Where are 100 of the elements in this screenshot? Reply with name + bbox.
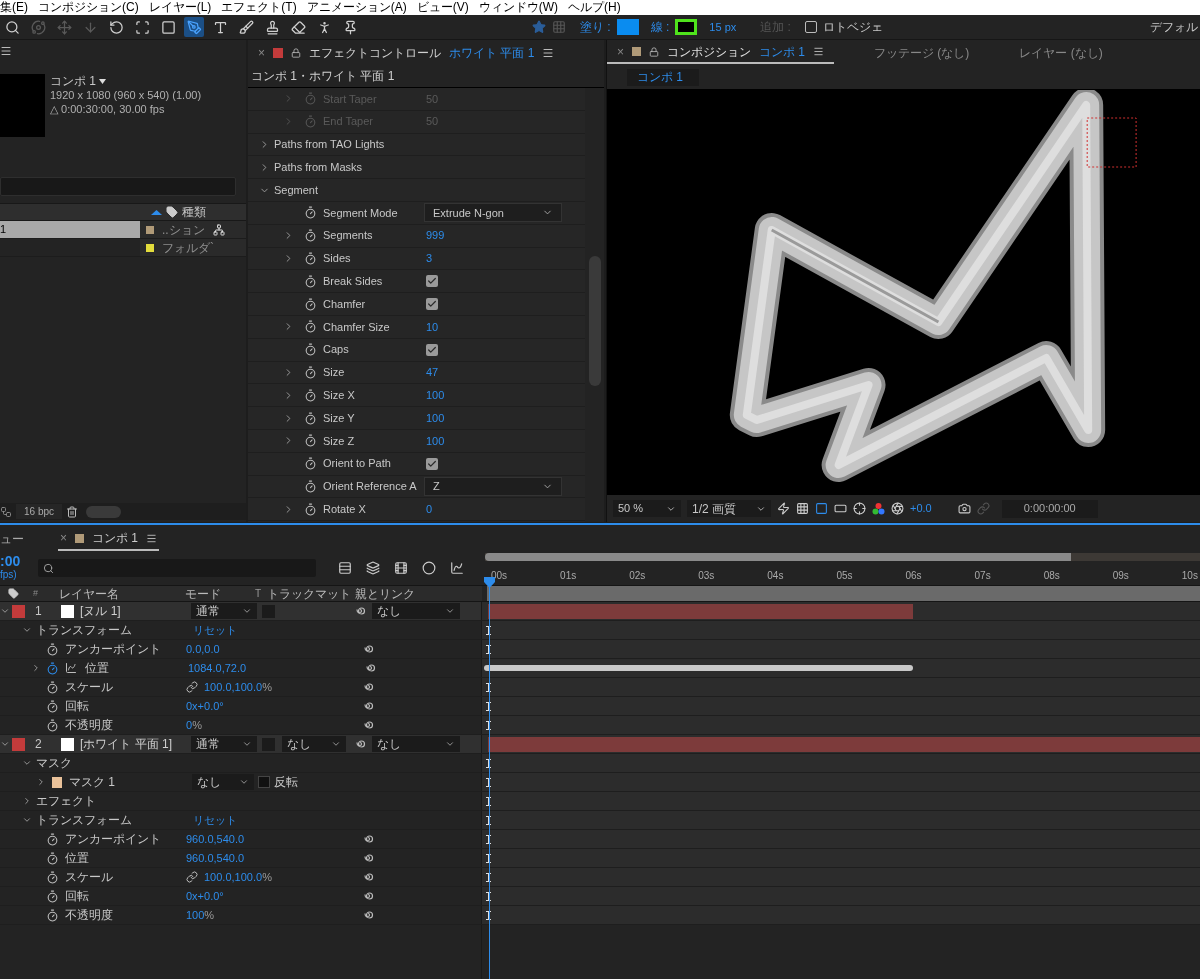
stopwatch-icon[interactable] — [46, 718, 59, 732]
stopwatch-icon[interactable] — [46, 832, 59, 846]
current-time[interactable]: :00 — [0, 555, 36, 568]
chevron-icon[interactable] — [283, 503, 294, 515]
property-value[interactable]: 1084.0,72.0 — [188, 659, 247, 677]
menu-item[interactable]: ビュー(V) — [416, 0, 469, 15]
chevron-icon[interactable] — [0, 739, 10, 749]
property-value[interactable]: 100% — [186, 906, 215, 924]
dropdown[interactable]: なし — [282, 736, 346, 752]
chevron-icon[interactable] — [31, 663, 41, 673]
trash-icon[interactable] — [66, 505, 79, 518]
stopwatch-icon[interactable] — [46, 661, 59, 675]
panel-title[interactable]: エフェクトコントロール — [309, 43, 441, 62]
transparency-grid-icon[interactable] — [796, 502, 809, 515]
bit-depth-button[interactable]: 16 bpc — [16, 504, 63, 519]
reset-link[interactable]: リセット — [193, 621, 237, 639]
checkbox[interactable] — [426, 298, 438, 311]
spiral-icon[interactable] — [354, 738, 366, 750]
stopwatch-icon[interactable] — [304, 388, 317, 402]
dropdown[interactable]: Z — [424, 476, 562, 496]
resolution-dropdown[interactable]: 1/2 画質 — [687, 500, 771, 517]
link-icon[interactable] — [186, 871, 198, 883]
close-icon[interactable]: × — [60, 529, 67, 547]
exposure-value[interactable]: +0.0 — [910, 500, 932, 517]
circle-icon[interactable] — [422, 561, 436, 575]
star-icon[interactable] — [532, 20, 546, 34]
dropdown[interactable]: Extrude N-gon — [424, 203, 562, 223]
chevron-icon[interactable] — [22, 625, 32, 635]
timecode-field[interactable]: 0:00:00:00 — [1001, 499, 1098, 518]
panel-tab[interactable]: コンポ 1 — [92, 529, 139, 547]
dropdown[interactable]: なし — [192, 774, 254, 790]
stroke-swatch[interactable] — [675, 19, 698, 35]
link-icon[interactable] — [186, 681, 198, 693]
checkbox[interactable] — [426, 457, 438, 470]
lock-icon[interactable] — [291, 47, 301, 58]
spiral-icon[interactable] — [362, 833, 374, 845]
panel-tab[interactable]: レイヤー (なし) — [1009, 41, 1113, 64]
dropdown[interactable]: なし — [372, 603, 460, 619]
stopwatch-icon[interactable] — [304, 457, 317, 471]
spiral-icon[interactable] — [362, 852, 374, 864]
param-value[interactable]: 100 — [426, 409, 445, 427]
property-value[interactable]: 100.0,100.0% — [204, 678, 272, 696]
stopwatch-icon[interactable] — [304, 251, 317, 265]
menu-item[interactable]: コンポジション(C) — [38, 0, 139, 15]
spiral-icon[interactable] — [362, 909, 374, 921]
reset-link[interactable]: リセット — [193, 811, 237, 829]
checkbox[interactable] — [804, 21, 817, 33]
layer-name[interactable]: [ヌル 1] — [80, 602, 191, 620]
fill-swatch[interactable] — [616, 19, 639, 35]
search-field[interactable] — [38, 559, 316, 577]
close-icon[interactable]: × — [617, 42, 624, 61]
stopwatch-icon[interactable] — [304, 434, 317, 448]
color-channels-icon[interactable] — [872, 502, 885, 515]
param-value[interactable]: 999 — [426, 227, 445, 244]
chevron-icon[interactable] — [22, 815, 32, 825]
graph-editor-icon[interactable] — [450, 561, 464, 575]
spiral-icon[interactable] — [362, 700, 374, 712]
spiral-icon[interactable] — [364, 662, 376, 674]
panel-tab[interactable]: × コンポジション コンポ 1 — [607, 41, 835, 64]
panel-menu-icon[interactable] — [0, 45, 12, 57]
property-value[interactable]: 100.0,100.0% — [204, 868, 272, 886]
checker-icon[interactable] — [552, 20, 566, 34]
param-value[interactable]: 47 — [426, 364, 439, 381]
stopwatch-icon[interactable] — [304, 343, 317, 357]
film-icon[interactable] — [394, 561, 408, 575]
menu-item[interactable]: ヘルプ(H) — [568, 0, 621, 15]
sort-ascending-icon[interactable] — [151, 209, 162, 215]
tag-icon[interactable] — [8, 588, 19, 599]
label-swatch[interactable] — [12, 604, 25, 618]
playhead-handle-icon[interactable] — [484, 577, 495, 588]
spiral-icon[interactable] — [362, 871, 374, 883]
property-value[interactable]: 0x+0.0° — [186, 697, 224, 715]
close-icon[interactable]: × — [258, 43, 265, 62]
property-value[interactable]: 0% — [186, 716, 202, 734]
label-swatch[interactable] — [12, 737, 25, 751]
stopwatch-icon[interactable] — [46, 870, 59, 884]
dropdown[interactable]: 通常 — [191, 603, 257, 619]
menu-item[interactable]: ウィンドウ(W) — [478, 0, 558, 15]
label-swatch[interactable] — [146, 225, 154, 234]
layer-name[interactable]: [ホワイト 平面 1] — [80, 735, 191, 753]
flowchart-icon[interactable] — [212, 223, 225, 236]
label-swatch[interactable] — [146, 243, 154, 252]
tab-label[interactable]: フッテージ (なし) — [874, 43, 970, 62]
stopwatch-icon[interactable] — [304, 365, 317, 379]
spiral-icon[interactable] — [362, 681, 374, 693]
menu-item[interactable]: アニメーション(A) — [306, 0, 407, 15]
panel-menu-icon[interactable] — [813, 46, 825, 57]
param-value[interactable]: 3 — [426, 250, 433, 267]
property-value[interactable]: 960.0,540.0 — [186, 830, 245, 848]
property-value[interactable]: 0x+0.0° — [186, 887, 224, 905]
aperture-icon[interactable] — [891, 502, 904, 515]
zoom-dropdown[interactable]: 50 % — [613, 500, 681, 517]
param-value[interactable]: 10 — [426, 318, 439, 336]
chevron-icon[interactable] — [22, 758, 32, 768]
chevron-icon[interactable] — [22, 796, 32, 806]
panel-menu-icon[interactable] — [542, 46, 555, 59]
spiral-icon[interactable] — [354, 605, 366, 617]
stopwatch-icon[interactable] — [304, 411, 317, 425]
property-value[interactable]: 960.0,540.0 — [186, 849, 245, 867]
stopwatch-icon[interactable] — [46, 889, 59, 903]
